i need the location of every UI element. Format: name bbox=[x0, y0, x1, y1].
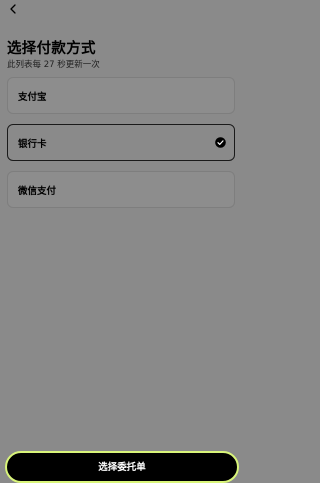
payment-option-label: 微信支付 bbox=[18, 185, 57, 197]
refresh-notice: 此列表每 27 秒更新一次 bbox=[7, 60, 100, 70]
payment-method-list: 支付宝 银行卡 微信支付 bbox=[7, 77, 235, 218]
chevron-left-icon bbox=[10, 4, 16, 14]
page-title: 选择付款方式 bbox=[7, 41, 96, 57]
select-order-button-label: 选择委托单 bbox=[98, 461, 146, 473]
payment-option-label: 银行卡 bbox=[18, 138, 47, 150]
back-button[interactable] bbox=[6, 2, 20, 16]
payment-option-wechat-pay[interactable]: 微信支付 bbox=[7, 171, 235, 208]
payment-option-alipay[interactable]: 支付宝 bbox=[7, 77, 235, 114]
select-order-button[interactable]: 选择委托单 bbox=[5, 451, 239, 483]
payment-option-label: 支付宝 bbox=[18, 91, 47, 103]
check-circle-icon bbox=[215, 137, 226, 148]
payment-method-screen: 选择付款方式 此列表每 27 秒更新一次 支付宝 银行卡 微信支付 选择委托单 bbox=[0, 0, 244, 483]
payment-option-bank-card[interactable]: 银行卡 bbox=[7, 124, 235, 161]
